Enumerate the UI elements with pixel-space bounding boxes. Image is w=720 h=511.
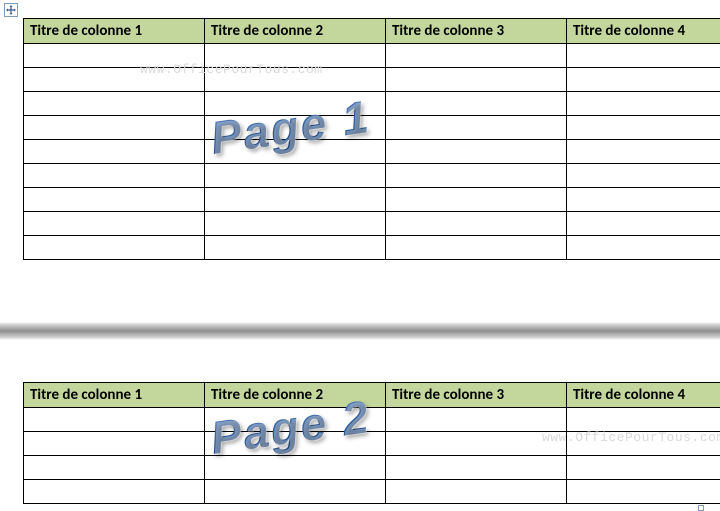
table-cell[interactable] <box>205 212 386 236</box>
table-cell[interactable] <box>24 432 205 456</box>
table-row[interactable] <box>24 140 720 164</box>
table-cell[interactable] <box>567 92 720 116</box>
column-header[interactable]: Titre de colonne 1 <box>24 19 205 44</box>
table-cell[interactable] <box>567 236 720 260</box>
table-page-1[interactable]: Titre de colonne 1Titre de colonne 2Titr… <box>23 18 720 260</box>
table-cell[interactable] <box>205 140 386 164</box>
table-cell[interactable] <box>24 164 205 188</box>
table-cell[interactable] <box>205 44 386 68</box>
table-cell[interactable] <box>24 236 205 260</box>
column-header[interactable]: Titre de colonne 2 <box>205 19 386 44</box>
table-cell[interactable] <box>386 408 567 432</box>
table-cell[interactable] <box>567 408 720 432</box>
table-cell[interactable] <box>386 68 567 92</box>
table-cell[interactable] <box>386 236 567 260</box>
table-row[interactable] <box>24 92 720 116</box>
column-header[interactable]: Titre de colonne 3 <box>386 19 567 44</box>
column-header[interactable]: Titre de colonne 1 <box>24 383 205 408</box>
table-cell[interactable] <box>567 432 720 456</box>
table-cell[interactable] <box>24 188 205 212</box>
table-cell[interactable] <box>24 408 205 432</box>
table-cell[interactable] <box>567 188 720 212</box>
table-cell[interactable] <box>205 164 386 188</box>
table-cell[interactable] <box>205 408 386 432</box>
table-cell[interactable] <box>205 236 386 260</box>
table-cell[interactable] <box>24 480 205 504</box>
table-row[interactable] <box>24 44 720 68</box>
table-row[interactable] <box>24 68 720 92</box>
page-break-bar <box>0 322 720 340</box>
table-cell[interactable] <box>386 432 567 456</box>
table-cell[interactable] <box>567 140 720 164</box>
table-cell[interactable] <box>205 188 386 212</box>
table-row[interactable] <box>24 188 720 212</box>
table-cell[interactable] <box>205 116 386 140</box>
table-cell[interactable] <box>567 164 720 188</box>
table-cell[interactable] <box>386 456 567 480</box>
table-cell[interactable] <box>24 212 205 236</box>
table-cell[interactable] <box>567 212 720 236</box>
table-cell[interactable] <box>567 456 720 480</box>
table-cell[interactable] <box>205 92 386 116</box>
table-row[interactable] <box>24 164 720 188</box>
table-cell[interactable] <box>205 480 386 504</box>
table-page-2[interactable]: Titre de colonne 1Titre de colonne 2Titr… <box>23 382 720 504</box>
table-cell[interactable] <box>24 92 205 116</box>
table-cell[interactable] <box>24 44 205 68</box>
table-cell[interactable] <box>386 480 567 504</box>
column-header[interactable]: Titre de colonne 2 <box>205 383 386 408</box>
table-cell[interactable] <box>24 140 205 164</box>
table-cell[interactable] <box>386 188 567 212</box>
table-cell[interactable] <box>386 116 567 140</box>
table-cell[interactable] <box>567 68 720 92</box>
table-move-handle[interactable] <box>4 3 18 17</box>
move-arrows-icon <box>6 5 16 15</box>
table-row[interactable] <box>24 432 720 456</box>
table-cell[interactable] <box>24 116 205 140</box>
table-cell[interactable] <box>205 456 386 480</box>
table-cell[interactable] <box>386 140 567 164</box>
table-cell[interactable] <box>386 44 567 68</box>
table-cell[interactable] <box>386 164 567 188</box>
table-cell[interactable] <box>205 432 386 456</box>
column-header[interactable]: Titre de colonne 4 <box>567 19 720 44</box>
table-cell[interactable] <box>205 68 386 92</box>
table-cell[interactable] <box>567 480 720 504</box>
table-cell[interactable] <box>386 92 567 116</box>
table-row[interactable] <box>24 408 720 432</box>
table-row[interactable] <box>24 116 720 140</box>
table-resize-handle[interactable] <box>698 505 704 511</box>
table-cell[interactable] <box>567 44 720 68</box>
table-cell[interactable] <box>386 212 567 236</box>
table-cell[interactable] <box>24 68 205 92</box>
table-cell[interactable] <box>567 116 720 140</box>
table-row[interactable] <box>24 480 720 504</box>
column-header[interactable]: Titre de colonne 4 <box>567 383 720 408</box>
table-row[interactable] <box>24 212 720 236</box>
table-cell[interactable] <box>24 456 205 480</box>
table-row[interactable] <box>24 456 720 480</box>
table-row[interactable] <box>24 236 720 260</box>
column-header[interactable]: Titre de colonne 3 <box>386 383 567 408</box>
